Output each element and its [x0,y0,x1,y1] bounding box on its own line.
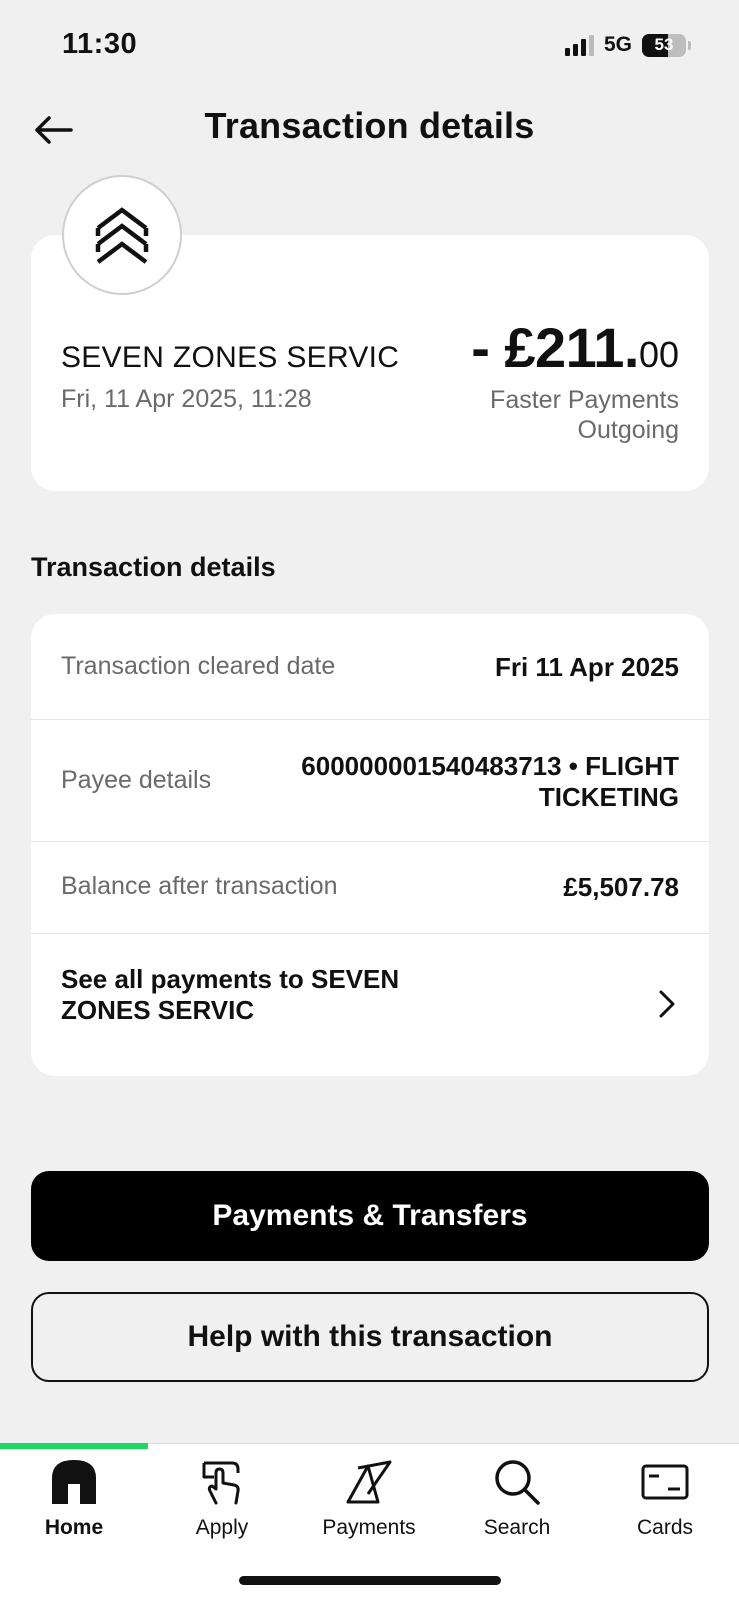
cleared-date-row: Transaction cleared date Fri 11 Apr 2025 [31,614,709,720]
network-type: 5G [603,33,632,56]
payment-type: Faster Payments Outgoing [490,386,679,444]
home-icon [48,1456,100,1508]
tab-cards[interactable]: Cards [591,1456,739,1551]
screen: 11:30 5G 53 Transaction details SEVEN ZO… [0,0,739,1600]
payments-transfers-button[interactable]: Payments & Transfers [31,1171,709,1261]
details-section-heading: Transaction details [31,552,276,582]
payee-details-row: Payee details 600000001540483713 • FLIGH… [31,720,709,842]
arrow-left-icon [35,116,73,144]
status-indicators: 5G 53 [564,33,691,57]
tab-payments-label: Payments [322,1516,416,1539]
card-icon [639,1456,691,1508]
help-transaction-button[interactable]: Help with this transaction [31,1292,709,1382]
transaction-amount: - £211. 00 [471,315,679,380]
battery-cap [688,40,691,50]
balance-value: £5,507.78 [563,872,679,902]
home-indicator [239,1576,501,1585]
see-all-payments-link[interactable]: See all payments to SEVEN ZONES SERVIC [31,934,709,1076]
tab-search-label: Search [483,1516,551,1539]
back-button[interactable] [28,105,78,155]
status-time: 11:30 [62,28,138,60]
payee-details-value: 600000001540483713 • FLIGHT TICKETING [301,751,679,812]
amount-pence: 00 [638,334,679,375]
merchant-name: SEVEN ZONES SERVIC [61,341,400,374]
tab-home[interactable]: Home [0,1456,148,1551]
search-icon [491,1456,543,1508]
tab-payments[interactable]: Payments [295,1456,443,1551]
payments-icon [343,1456,395,1508]
payee-details-label: Payee details [61,766,212,794]
double-chevron-up-icon [95,207,149,264]
battery-level: 53 [654,35,674,54]
cleared-date-label: Transaction cleared date [61,652,336,680]
header: Transaction details [0,95,739,165]
balance-label: Balance after transaction [61,872,338,900]
status-bar: 11:30 5G 53 [0,0,739,90]
tab-apply[interactable]: Apply [148,1456,296,1551]
page-title: Transaction details [204,105,535,146]
transaction-details-card: Transaction cleared date Fri 11 Apr 2025… [31,614,709,1076]
merchant-logo [62,175,182,295]
apply-hand-icon [196,1456,248,1508]
battery-icon: 53 [642,33,686,57]
tab-cards-label: Cards [636,1516,694,1539]
active-tab-indicator [0,1443,148,1449]
tab-apply-label: Apply [195,1516,249,1539]
amount-main: - £211. [471,316,639,379]
cleared-date-value: Fri 11 Apr 2025 [494,652,679,682]
transaction-datetime: Fri, 11 Apr 2025, 11:28 [61,385,312,413]
see-all-payments-label: See all payments to SEVEN ZONES SERVIC [61,964,400,1025]
tab-search[interactable]: Search [443,1456,591,1551]
chevron-right-icon [655,986,679,1022]
signal-icon [564,34,594,56]
tab-home-label: Home [44,1516,104,1539]
balance-row: Balance after transaction £5,507.78 [31,842,709,934]
